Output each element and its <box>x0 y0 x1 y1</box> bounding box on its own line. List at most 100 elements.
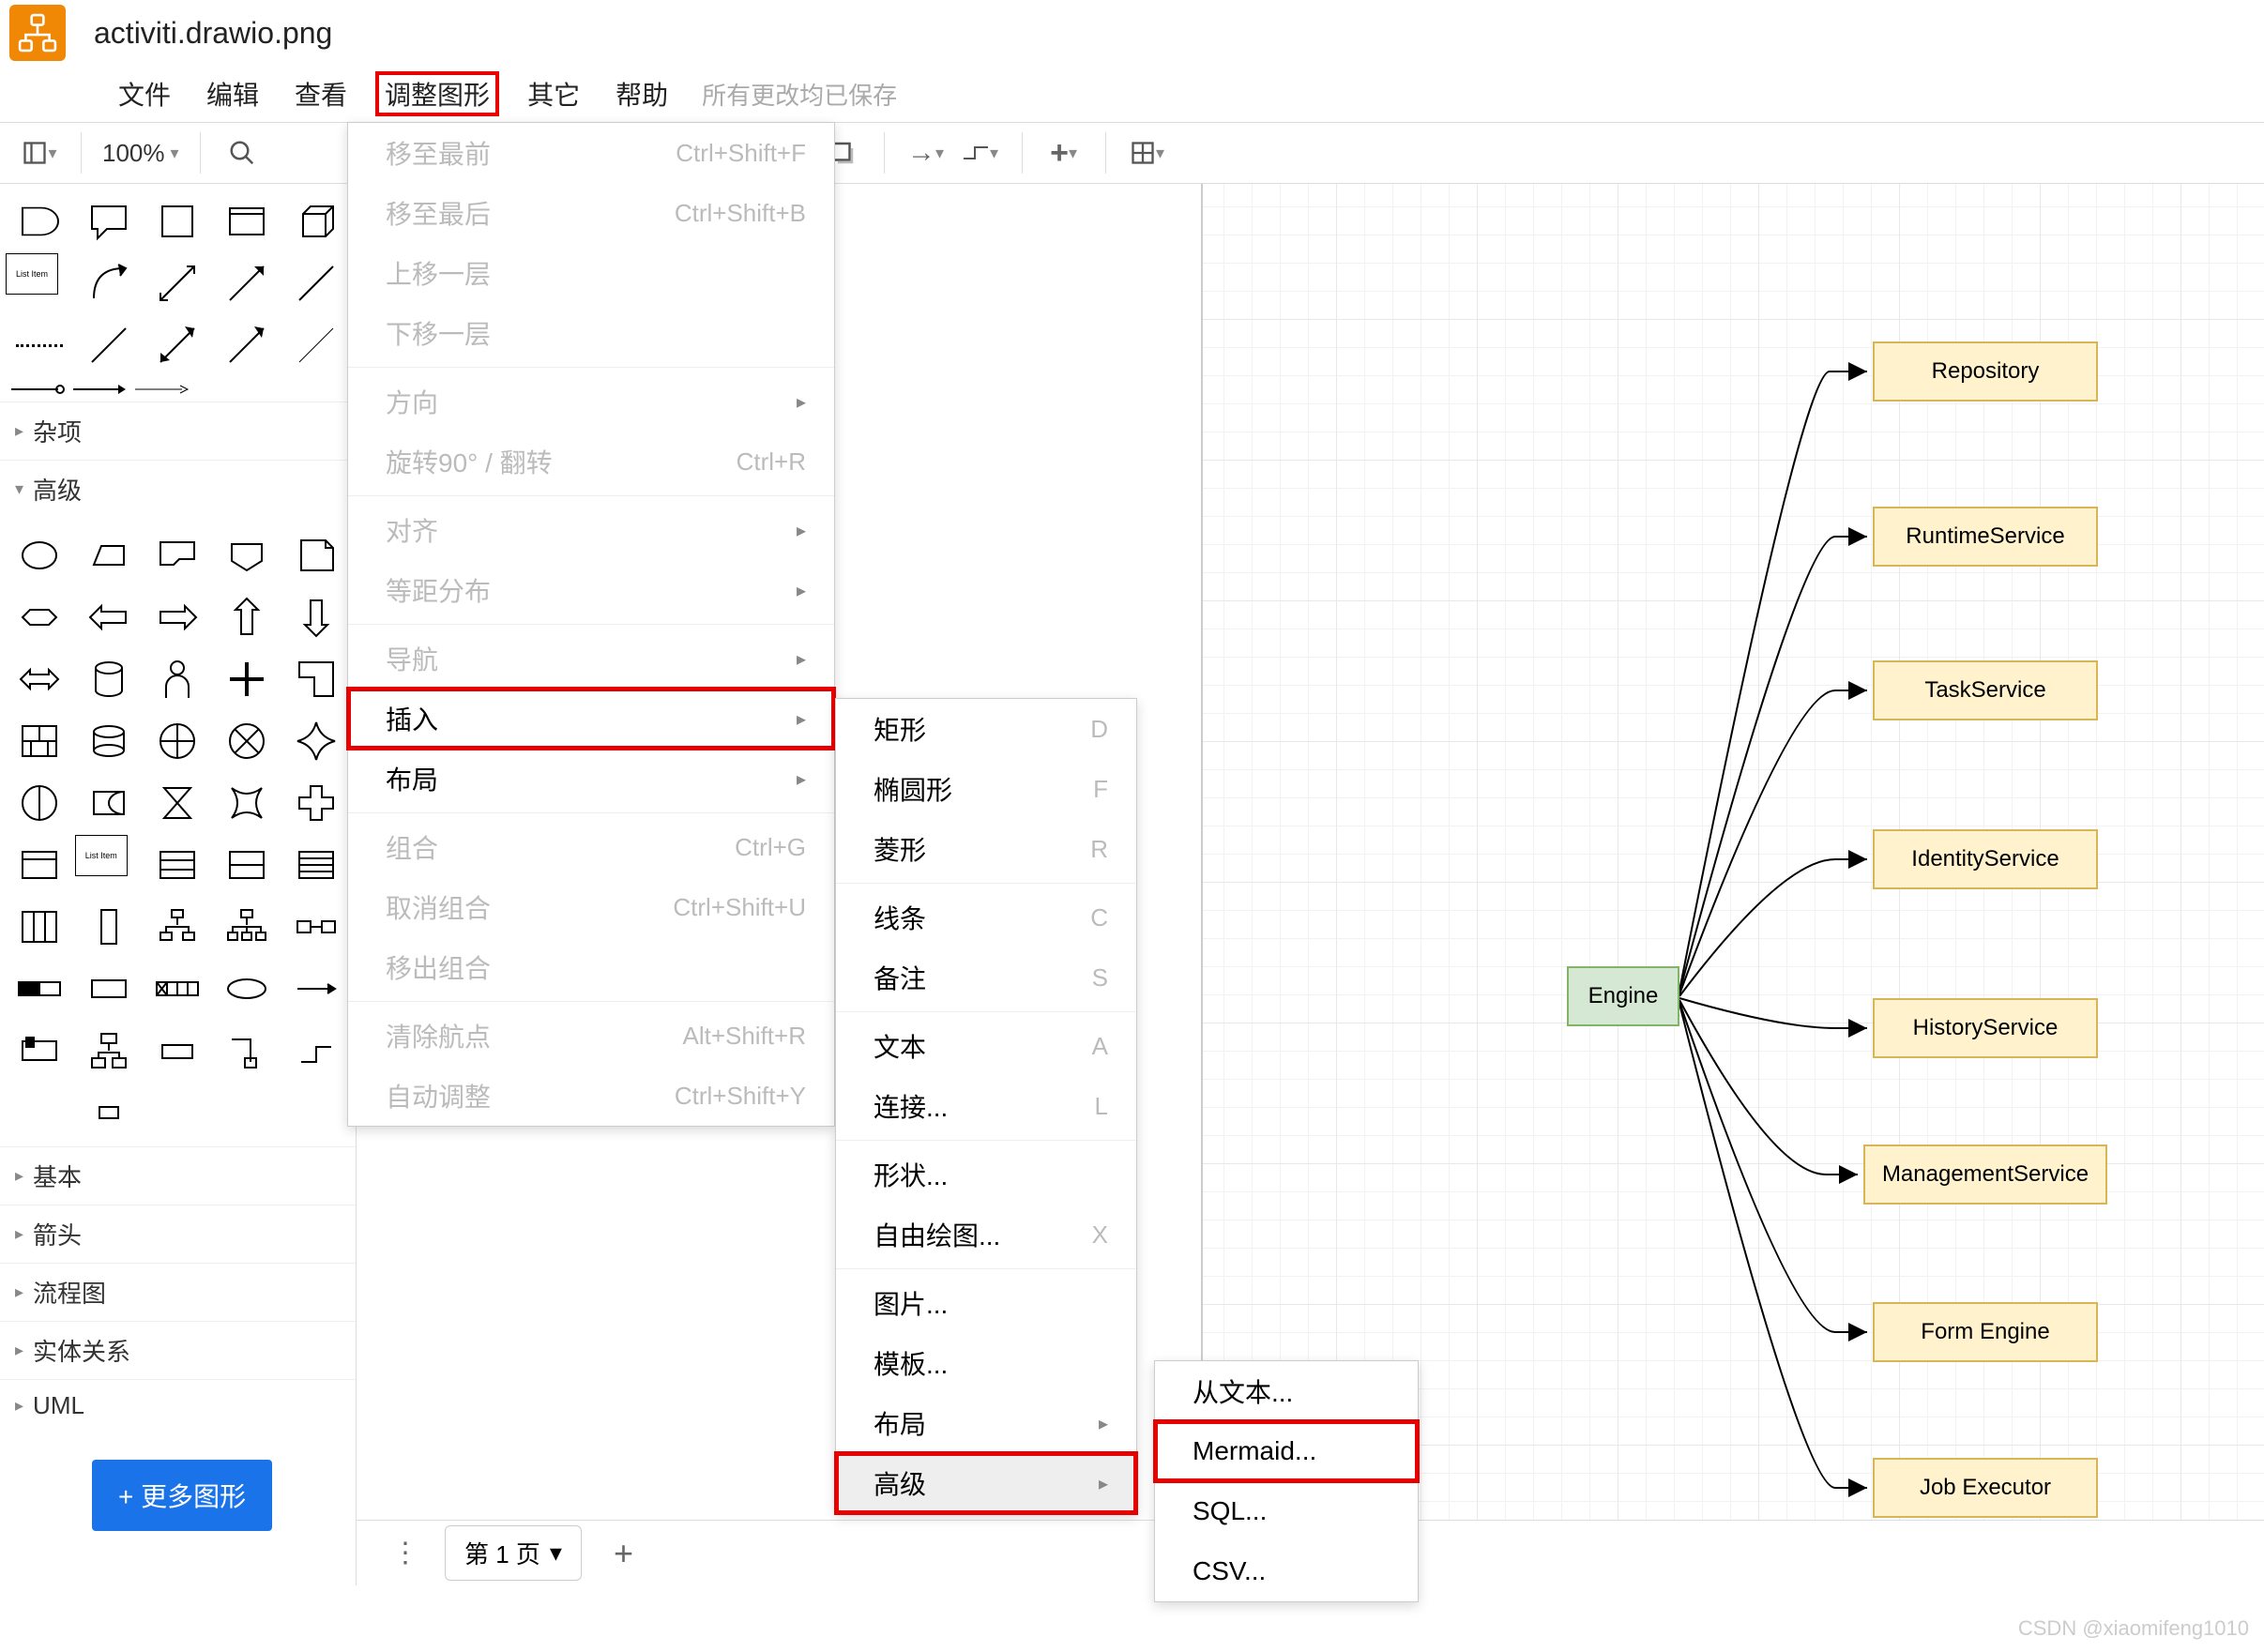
mi-ellipse[interactable]: 椭圆形F <box>836 759 1136 819</box>
adv-rows3[interactable] <box>282 835 350 895</box>
adv-plus[interactable] <box>213 649 281 709</box>
mi-to-back[interactable]: 移至最后Ctrl+Shift+B <box>348 183 834 243</box>
shape-cube[interactable] <box>282 191 350 251</box>
cat-basic[interactable]: ▸基本 <box>0 1146 356 1205</box>
mi-rhombus[interactable]: 菱形R <box>836 819 1136 879</box>
adv-list2[interactable]: List Item <box>75 835 128 876</box>
adv-cross[interactable] <box>282 773 350 833</box>
mi-down[interactable]: 下移一层 <box>348 303 834 363</box>
adv-card[interactable] <box>75 959 143 1019</box>
adv-tree3[interactable] <box>75 1021 143 1081</box>
shape-bidir[interactable] <box>144 315 212 375</box>
adv-step[interactable] <box>282 1021 350 1081</box>
file-name[interactable]: activiti.drawio.png <box>94 16 332 51</box>
more-shapes-button[interactable]: + 更多图形 <box>92 1460 356 1531</box>
shape-frame[interactable] <box>213 191 281 251</box>
adv-pinch[interactable] <box>213 773 281 833</box>
mi-clearwp[interactable]: 清除航点Alt+Shift+R <box>348 1006 834 1066</box>
adv-arrow-s[interactable] <box>282 959 350 1019</box>
mi-line[interactable]: 线条C <box>836 887 1136 947</box>
adv-x-circle[interactable] <box>213 711 281 771</box>
adv-delay[interactable] <box>75 773 143 833</box>
adv-pie[interactable] <box>144 711 212 771</box>
adv-window[interactable] <box>6 835 73 895</box>
node-form-engine[interactable]: Form Engine <box>1873 1302 2098 1362</box>
node-runtime-service[interactable]: RuntimeService <box>1873 507 2098 567</box>
mi-rotate[interactable]: 旋转90° / 翻转Ctrl+R <box>348 432 834 492</box>
adv-corner[interactable] <box>282 649 350 709</box>
menu-edit[interactable]: 编辑 <box>199 71 266 116</box>
adv-label[interactable] <box>144 1021 212 1081</box>
mi-up[interactable]: 上移一层 <box>348 243 834 303</box>
shape-thin-harrow[interactable] <box>133 381 190 398</box>
shape-darrow[interactable] <box>144 253 212 313</box>
mi-to-front[interactable]: 移至最前Ctrl+Shift+F <box>348 123 834 183</box>
table-icon[interactable]: ▾ <box>1127 132 1168 174</box>
mi-shape[interactable]: 形状... <box>836 1144 1136 1205</box>
view-dropdown[interactable]: ▾ <box>19 132 60 174</box>
mi-advanced[interactable]: 高级▸ <box>836 1453 1136 1513</box>
node-repository[interactable]: Repository <box>1873 341 2098 402</box>
mi-group[interactable]: 组合Ctrl+G <box>348 817 834 877</box>
adv-elbow[interactable] <box>213 1021 281 1081</box>
mi-moveout[interactable]: 移出组合 <box>348 937 834 997</box>
pages-menu-icon[interactable]: ⋮ <box>385 1533 426 1574</box>
adv-tree2[interactable] <box>213 897 281 957</box>
zoom-level[interactable]: 100%▾ <box>102 139 179 168</box>
adv-star4[interactable] <box>282 711 350 771</box>
page-tab-1[interactable]: 第 1 页▾ <box>445 1525 582 1581</box>
mi-text[interactable]: 文本A <box>836 1016 1136 1076</box>
menu-help[interactable]: 帮助 <box>608 71 676 116</box>
mi-align[interactable]: 对齐▸ <box>348 500 834 560</box>
shape-line-diag[interactable] <box>282 253 350 313</box>
adv-tree[interactable] <box>144 897 212 957</box>
shape-link[interactable] <box>9 381 66 398</box>
cat-uml[interactable]: ▸UML <box>0 1379 356 1432</box>
adv-note[interactable] <box>282 525 350 585</box>
adv-arrow-u[interactable] <box>213 587 281 647</box>
adv-arrow-d[interactable] <box>282 587 350 647</box>
adv-cylinder[interactable] <box>75 649 143 709</box>
insert-icon[interactable]: +▾ <box>1043 132 1085 174</box>
shape-halfcircle[interactable] <box>6 191 73 251</box>
adv-rows2[interactable] <box>213 835 281 895</box>
mi-layout[interactable]: 布局▸ <box>348 749 834 809</box>
cat-arrows[interactable]: ▸箭头 <box>0 1205 356 1263</box>
mi-connect[interactable]: 连接...L <box>836 1076 1136 1136</box>
adv-db[interactable] <box>75 711 143 771</box>
node-management-service[interactable]: ManagementService <box>1863 1144 2107 1205</box>
waypoint-icon[interactable]: ▾ <box>960 132 1001 174</box>
menu-extras[interactable]: 其它 <box>520 71 587 116</box>
node-identity-service[interactable]: IdentityService <box>1873 829 2098 889</box>
mi-freehand[interactable]: 自由绘图...X <box>836 1205 1136 1265</box>
shape-square[interactable] <box>144 191 212 251</box>
adv-arrow-lr[interactable] <box>6 649 73 709</box>
adv-bookmark[interactable] <box>6 1021 73 1081</box>
adv-tag[interactable] <box>213 525 281 585</box>
adv-arrow-r[interactable] <box>144 587 212 647</box>
adv-col1[interactable] <box>75 897 143 957</box>
adv-arrow-l[interactable] <box>75 587 143 647</box>
shape-dotted[interactable] <box>6 315 73 375</box>
node-engine[interactable]: Engine <box>1567 966 1679 1026</box>
mi-note[interactable]: 备注S <box>836 947 1136 1008</box>
shape-harrow[interactable] <box>71 381 128 398</box>
adv-rows[interactable] <box>144 835 212 895</box>
cat-flowchart[interactable]: ▸流程图 <box>0 1263 356 1321</box>
mi-rect[interactable]: 矩形D <box>836 699 1136 759</box>
cat-misc[interactable]: ▸杂项 <box>0 402 356 460</box>
node-task-service[interactable]: TaskService <box>1873 660 2098 720</box>
mi-template[interactable]: 模板... <box>836 1333 1136 1393</box>
add-page-button[interactable]: + <box>600 1530 646 1577</box>
adv-chain[interactable] <box>282 897 350 957</box>
mi-distribute[interactable]: 等距分布▸ <box>348 560 834 620</box>
adv-ellipse[interactable] <box>6 525 73 585</box>
menu-view[interactable]: 查看 <box>287 71 355 116</box>
adv-person[interactable] <box>144 649 212 709</box>
adv-hourglass[interactable] <box>144 773 212 833</box>
adv-hex[interactable] <box>6 587 73 647</box>
mi-csv[interactable]: CSV... <box>1155 1541 1418 1601</box>
shape-thinline[interactable] <box>282 315 350 375</box>
adv-half[interactable] <box>6 773 73 833</box>
adv-folder[interactable] <box>144 525 212 585</box>
